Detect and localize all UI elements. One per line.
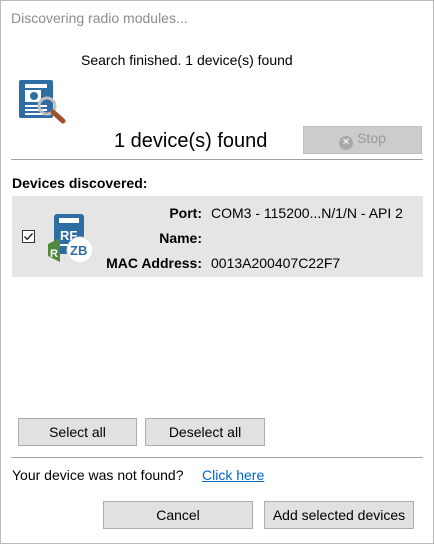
name-label: Name:	[159, 230, 202, 246]
device-not-found-text: Your device was not found?	[12, 467, 184, 483]
port-value: COM3 - 115200...N/1/N - API 2	[211, 205, 403, 221]
device-list-item[interactable]: RF R ZB Port: COM3 - 115200...N/1/N - AP…	[12, 196, 423, 277]
deselect-all-button[interactable]: Deselect all	[145, 418, 265, 446]
mac-address-value: 0013A200407C22F7	[211, 255, 341, 271]
close-circle-icon: ✕	[339, 136, 354, 150]
device-count: 1 device(s) found	[114, 130, 268, 152]
divider	[11, 159, 423, 160]
click-here-link[interactable]: Click here	[202, 467, 264, 483]
select-all-button[interactable]: Select all	[18, 418, 137, 446]
module-search-icon	[17, 76, 67, 124]
discovery-dialog: Discovering radio modules... Search fini…	[0, 0, 434, 544]
mac-address-label: MAC Address:	[106, 255, 202, 271]
window-title: Discovering radio modules...	[11, 10, 188, 26]
search-status: Search finished. 1 device(s) found	[81, 52, 293, 68]
stop-button[interactable]: ✕ Stop	[303, 126, 422, 154]
divider	[11, 457, 423, 458]
title-bar: Discovering radio modules...	[1, 1, 433, 35]
stop-button-label: Stop	[357, 130, 386, 146]
devices-heading: Devices discovered:	[12, 175, 148, 191]
cancel-button[interactable]: Cancel	[103, 501, 253, 529]
add-selected-devices-button[interactable]: Add selected devices	[264, 501, 414, 529]
port-label: Port:	[169, 205, 202, 221]
